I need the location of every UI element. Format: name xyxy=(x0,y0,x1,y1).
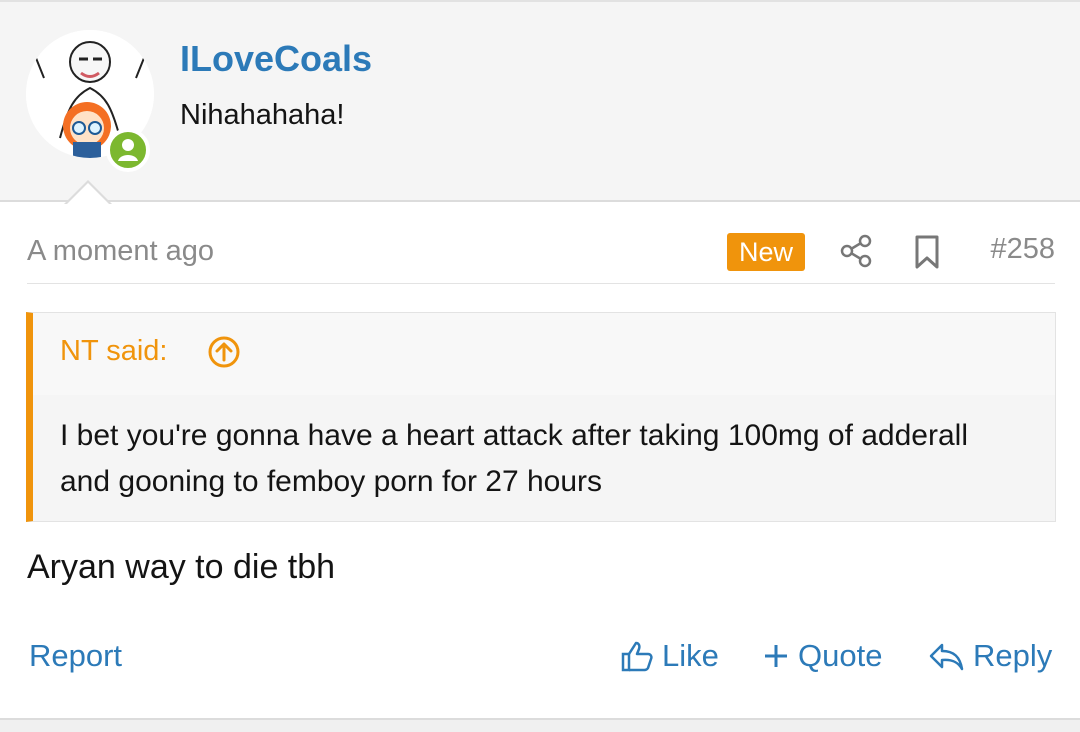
reply-button[interactable]: Reply xyxy=(927,638,1052,674)
arrow-up-circle-icon[interactable] xyxy=(207,335,241,369)
post-bottom-divider xyxy=(0,718,1080,732)
quote-label: Quote xyxy=(798,638,883,673)
new-badge: New xyxy=(727,233,805,271)
post-timestamp[interactable]: A moment ago xyxy=(27,235,214,268)
forum-post: ILoveCoals Nihahahaha! A moment ago New … xyxy=(0,0,1080,732)
post-number-link[interactable]: #258 xyxy=(990,233,1055,266)
quote-author[interactable]: NT said: xyxy=(60,335,167,368)
online-status-icon xyxy=(106,128,150,172)
quote-button[interactable]: Quote xyxy=(762,638,882,674)
username-link[interactable]: ILoveCoals xyxy=(180,38,372,80)
post-message: Aryan way to die tbh xyxy=(27,548,336,586)
post-meta-row: A moment ago New #258 xyxy=(27,230,1055,284)
report-button[interactable]: Report xyxy=(29,638,122,674)
quote-header: NT said: xyxy=(33,313,1055,395)
reply-label: Reply xyxy=(973,638,1053,673)
post-actions: Report Like Quote Reply xyxy=(0,632,1080,682)
user-status-icon xyxy=(118,139,138,161)
header-pointer-fill xyxy=(66,183,110,205)
quote-text: I bet you're gonna have a heart attack a… xyxy=(60,419,968,498)
bookmark-icon[interactable] xyxy=(912,234,942,270)
like-label: Like xyxy=(662,638,719,673)
share-icon[interactable] xyxy=(839,234,873,268)
like-button[interactable]: Like xyxy=(618,638,719,674)
quote-block: NT said: I bet you're gonna have a heart… xyxy=(26,312,1056,522)
plus-icon xyxy=(765,645,787,667)
thumbs-up-icon xyxy=(621,641,653,672)
reply-arrow-icon xyxy=(929,643,964,671)
user-title: Nihahahaha! xyxy=(180,99,345,131)
post-user-header: ILoveCoals Nihahahaha! xyxy=(0,0,1080,202)
